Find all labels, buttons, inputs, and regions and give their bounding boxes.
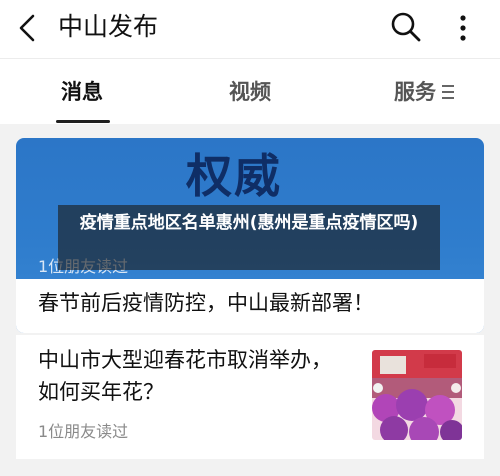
active-tab-indicator: [56, 120, 110, 123]
overlay-caption-box: 疫情重点地区名单惠州(惠州是重点疫情区吗): [58, 205, 440, 270]
hero-image-text: 权威: [186, 149, 282, 203]
top-bar: 中山发布: [0, 0, 500, 58]
more-vertical-icon: [460, 15, 466, 41]
tab-bar: 消息 视频 服务: [0, 58, 500, 124]
search-button[interactable]: [388, 9, 424, 45]
search-icon: [391, 12, 421, 42]
news-readers-count: 1位朋友读过: [38, 422, 129, 441]
news-list-item[interactable]: 中山市大型迎春花市取消举办，如何买年花？ 1位朋友读过: [16, 335, 484, 459]
news-title[interactable]: 中山市大型迎春花市取消举办，如何买年花？: [38, 344, 338, 408]
back-button[interactable]: [12, 11, 46, 45]
news-thumbnail[interactable]: [372, 350, 462, 440]
tab-services[interactable]: 服务: [394, 79, 436, 105]
flower-market-image: [372, 350, 462, 440]
tab-videos[interactable]: 视频: [229, 79, 271, 105]
more-options-button[interactable]: [446, 11, 480, 45]
hero-headline[interactable]: 春节前后疫情防控，中山最新部署！: [38, 288, 374, 318]
chevron-left-icon: [19, 14, 35, 42]
overlay-caption: 疫情重点地区名单惠州(惠州是重点疫情区吗): [79, 213, 419, 233]
page-title: 中山发布: [58, 12, 159, 41]
tab-messages[interactable]: 消息: [61, 79, 103, 105]
menu-icon[interactable]: [440, 82, 456, 102]
